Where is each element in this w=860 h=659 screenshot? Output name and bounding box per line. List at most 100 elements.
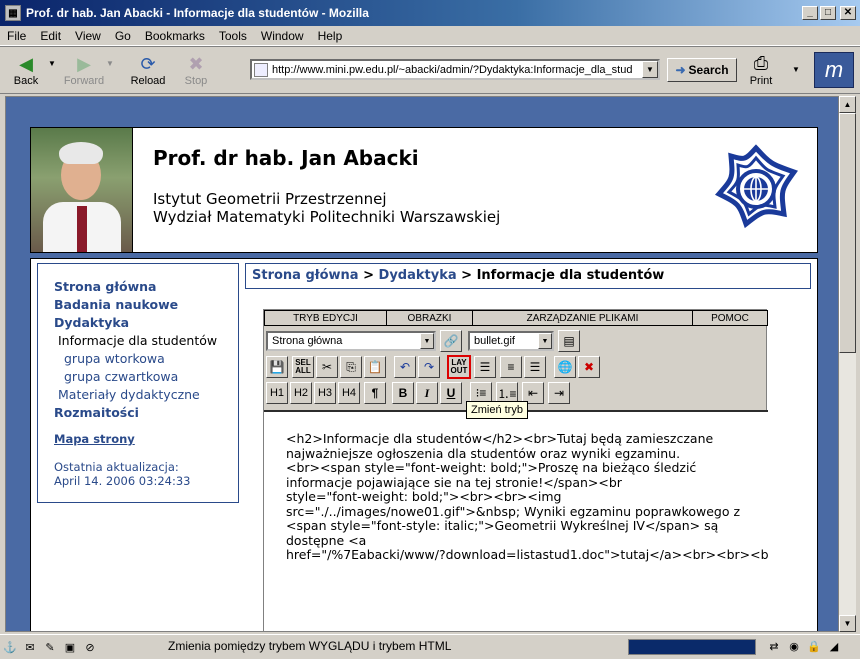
reload-label: Reload bbox=[130, 75, 166, 87]
search-label: Search bbox=[688, 63, 729, 77]
scroll-thumb[interactable] bbox=[839, 113, 856, 353]
menu-go[interactable]: Go bbox=[108, 29, 138, 43]
layout-mode-button[interactable]: LAY OUT bbox=[447, 355, 471, 379]
scroll-down-icon[interactable]: ▼ bbox=[839, 615, 856, 632]
menu-view[interactable]: View bbox=[68, 29, 108, 43]
menu-window[interactable]: Window bbox=[254, 29, 311, 43]
menu-edit[interactable]: Edit bbox=[33, 29, 68, 43]
globe-link-icon: 🌐 bbox=[557, 360, 573, 374]
scroll-up-icon[interactable]: ▲ bbox=[839, 96, 856, 113]
composer-icon[interactable]: ✎ bbox=[40, 639, 60, 655]
sidebar-item-group-thursday[interactable]: grupa czwartkowa bbox=[54, 368, 238, 386]
paragraph-button[interactable]: ¶ bbox=[364, 382, 386, 404]
indent-button[interactable]: ⇥ bbox=[548, 382, 570, 404]
insert-bullet-button[interactable]: ▤ bbox=[558, 330, 580, 352]
redo-icon: ↷ bbox=[423, 360, 435, 374]
menu-bar: File Edit View Go Bookmarks Tools Window… bbox=[0, 26, 860, 46]
maximize-button[interactable]: □ bbox=[820, 6, 836, 20]
addressbook-icon[interactable]: ▣ bbox=[60, 639, 80, 655]
align-center-button[interactable]: ≡ bbox=[500, 356, 522, 378]
url-dropdown-icon[interactable]: ▼ bbox=[642, 61, 658, 78]
stop-button[interactable]: ✖ Stop bbox=[174, 53, 218, 88]
menu-tools[interactable]: Tools bbox=[212, 29, 254, 43]
bullet-select[interactable]: bullet.gif ▼ bbox=[468, 331, 554, 351]
online-status-icon[interactable]: ⇄ bbox=[764, 638, 784, 654]
forward-history-dropdown[interactable]: ▼ bbox=[106, 59, 116, 68]
sidebar-item-group-tuesday[interactable]: grupa wtorkowa bbox=[54, 350, 238, 368]
breadcrumb-home[interactable]: Strona główna bbox=[252, 268, 359, 283]
bullet-list-icon: ⁝≡ bbox=[475, 386, 487, 400]
close-button[interactable]: ✕ bbox=[840, 6, 856, 20]
chevron-down-icon[interactable]: ▼ bbox=[538, 333, 552, 349]
heading-1-button[interactable]: H1 bbox=[266, 382, 288, 404]
heading-4-button[interactable]: H4 bbox=[338, 382, 360, 404]
page-icon bbox=[254, 62, 268, 77]
tab-file-management[interactable]: ZARZĄDZANIE PLIKAMI bbox=[472, 310, 692, 326]
minimize-button[interactable]: _ bbox=[802, 6, 818, 20]
cut-button[interactable]: ✂ bbox=[316, 356, 338, 378]
undo-button[interactable]: ↶ bbox=[394, 356, 416, 378]
url-text[interactable]: http://www.mini.pw.edu.pl/~abacki/admin/… bbox=[272, 64, 632, 76]
back-button[interactable]: ◀ Back bbox=[4, 53, 48, 88]
tab-edit-mode[interactable]: TRYB EDYCJI bbox=[264, 310, 386, 326]
page-select[interactable]: Strona główna ▼ bbox=[266, 331, 436, 351]
align-right-button[interactable]: ☰ bbox=[524, 356, 546, 378]
tab-images[interactable]: OBRAZKI bbox=[386, 310, 472, 326]
underline-button[interactable]: U bbox=[440, 382, 462, 404]
forward-button[interactable]: ▶ Forward bbox=[62, 53, 106, 88]
menu-file[interactable]: File bbox=[0, 29, 33, 43]
print-dropdown[interactable]: ▼ bbox=[792, 65, 800, 74]
forward-arrow-icon: ▶ bbox=[77, 53, 91, 74]
sidebar-item-materials[interactable]: Materiały dydaktyczne bbox=[54, 386, 238, 404]
align-center-icon: ≡ bbox=[507, 360, 515, 374]
sidebar-item-research[interactable]: Badania naukowe bbox=[54, 296, 238, 314]
italic-button[interactable]: I bbox=[416, 382, 438, 404]
html-source-textarea[interactable]: <h2>Informacje dla studentów</h2><br>Tut… bbox=[264, 410, 768, 631]
html-editor: TRYB EDYCJI OBRAZKI ZARZĄDZANIE PLIKAMI … bbox=[263, 309, 768, 631]
remove-link-button[interactable]: ✖ bbox=[578, 356, 600, 378]
search-button[interactable]: ➜ Search bbox=[667, 58, 737, 82]
title-bar: ▦ Prof. dr hab. Jan Abacki - Informacje … bbox=[0, 0, 860, 26]
page-viewport: Prof. dr hab. Jan Abacki Istytut Geometr… bbox=[5, 96, 839, 632]
reload-button[interactable]: ⟳ Reload bbox=[126, 53, 170, 88]
sidebar-item-didactics[interactable]: Dydaktyka bbox=[54, 314, 238, 332]
bold-button[interactable]: B bbox=[392, 382, 414, 404]
popup-blocker-icon[interactable]: ◉ bbox=[784, 638, 804, 654]
print-label: Print bbox=[749, 75, 773, 87]
insert-link-web-button[interactable]: 🌐 bbox=[554, 356, 576, 378]
chevron-down-icon[interactable]: ▼ bbox=[420, 333, 434, 349]
copy-button[interactable]: ⎘ bbox=[340, 356, 362, 378]
sidebar-item-students-info[interactable]: Informacje dla studentów bbox=[54, 332, 238, 350]
menu-help[interactable]: Help bbox=[311, 29, 350, 43]
window-title: Prof. dr hab. Jan Abacki - Informacje dl… bbox=[26, 6, 369, 20]
irc-chat-icon[interactable]: ⊘ bbox=[80, 639, 100, 655]
save-button[interactable]: 💾 bbox=[266, 356, 288, 378]
menu-bookmarks[interactable]: Bookmarks bbox=[138, 29, 212, 43]
insert-link-button[interactable]: 🔗 bbox=[440, 330, 462, 352]
sidebar-item-home[interactable]: Strona główna bbox=[54, 278, 238, 296]
mail-icon[interactable]: ✉ bbox=[20, 639, 40, 655]
url-bar[interactable]: http://www.mini.pw.edu.pl/~abacki/admin/… bbox=[250, 59, 660, 80]
sidebar-item-misc[interactable]: Rozmaitości bbox=[54, 404, 238, 422]
university-emblem-icon bbox=[714, 144, 798, 229]
breadcrumb: Strona główna > Dydaktyka > Informacje d… bbox=[245, 263, 811, 289]
resize-grip-icon[interactable]: ◢ bbox=[824, 638, 844, 654]
print-button[interactable]: ⎙ Print bbox=[748, 51, 774, 88]
sitemap-link[interactable]: Mapa strony bbox=[54, 432, 238, 446]
photo-hair bbox=[59, 142, 103, 164]
vertical-scrollbar[interactable]: ▲ ▼ bbox=[839, 96, 856, 632]
numbered-list-icon: ⒈≡ bbox=[497, 386, 517, 401]
editor-toolbar-selects: Strona główna ▼ 🔗 bullet.gif ▼ ▤ bbox=[264, 328, 768, 354]
paste-button[interactable]: 📋 bbox=[364, 356, 386, 378]
back-history-dropdown[interactable]: ▼ bbox=[48, 59, 58, 68]
breadcrumb-didactics[interactable]: Dydaktyka bbox=[379, 268, 457, 283]
tab-help[interactable]: POMOC bbox=[692, 310, 768, 326]
select-all-button[interactable]: SEL ALL bbox=[292, 356, 314, 378]
redo-button[interactable]: ↷ bbox=[418, 356, 440, 378]
heading-3-button[interactable]: H3 bbox=[314, 382, 336, 404]
heading-2-button[interactable]: H2 bbox=[290, 382, 312, 404]
align-left-button[interactable]: ☰ bbox=[474, 356, 496, 378]
security-lock-icon[interactable]: 🔒 bbox=[804, 638, 824, 654]
navigator-icon[interactable]: ⚓ bbox=[0, 639, 20, 655]
navigation-toolbar: ◀ Back ▼ ▶ Forward ▼ ⟳ Reload ✖ Stop htt… bbox=[0, 46, 860, 94]
